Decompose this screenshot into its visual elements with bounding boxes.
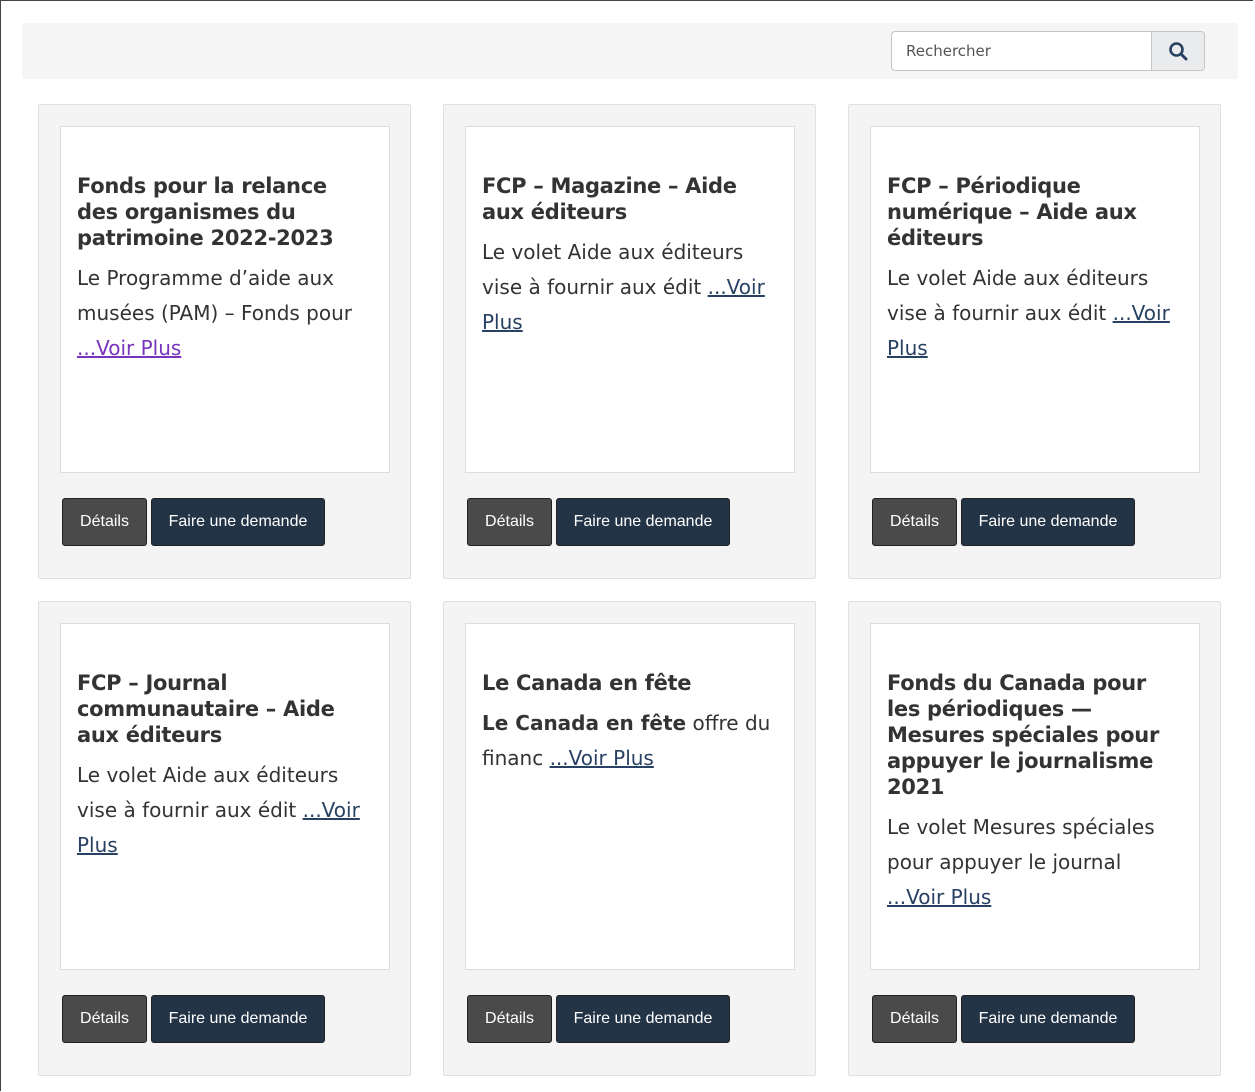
card-body: Fonds du Canada pour les périodiques — M…	[870, 623, 1200, 970]
voir-plus-link[interactable]: ...Voir Plus	[550, 746, 654, 770]
card-body: FCP – Périodique numérique – Aide aux éd…	[870, 126, 1200, 473]
program-card: Fonds du Canada pour les périodiques — M…	[848, 601, 1221, 1076]
card-description-text: Le volet Aide aux éditeurs vise à fourni…	[887, 266, 1149, 325]
card-description: Le Programme d’aide aux musées (PAM) – F…	[77, 261, 373, 366]
card-description-text: Le Programme d’aide aux musées (PAM) – F…	[77, 266, 353, 325]
details-button[interactable]: Détails	[467, 995, 552, 1043]
card-title: FCP – Journal communautaire – Aide aux é…	[77, 671, 335, 747]
card-title: Fonds du Canada pour les périodiques — M…	[887, 671, 1160, 799]
card-actions: Détails Faire une demande	[467, 498, 730, 546]
details-button[interactable]: Détails	[467, 498, 552, 546]
card-description-text: Le volet Mesures spéciales pour appuyer …	[887, 815, 1155, 874]
card-actions: Détails Faire une demande	[62, 995, 325, 1043]
card-title: FCP – Magazine – Aide aux éditeurs	[482, 174, 737, 224]
card-title: Fonds pour la relance des organismes du …	[77, 174, 334, 250]
card-actions: Détails Faire une demande	[467, 995, 730, 1043]
voir-plus-link[interactable]: ...Voir Plus	[77, 336, 181, 360]
search-form	[891, 31, 1205, 71]
card-actions: Détails Faire une demande	[872, 995, 1135, 1043]
details-button[interactable]: Détails	[872, 498, 957, 546]
apply-button[interactable]: Faire une demande	[151, 498, 325, 546]
card-title: Le Canada en fête	[482, 671, 692, 695]
program-card: FCP – Journal communautaire – Aide aux é…	[38, 601, 411, 1076]
card-description: Le volet Aide aux éditeurs vise à fourni…	[482, 235, 778, 340]
card-body: FCP – Magazine – Aide aux éditeurs Le vo…	[465, 126, 795, 473]
apply-button[interactable]: Faire une demande	[556, 995, 730, 1043]
details-button[interactable]: Détails	[872, 995, 957, 1043]
card-description-text: Le volet Aide aux éditeurs vise à fourni…	[77, 763, 339, 822]
program-card: FCP – Magazine – Aide aux éditeurs Le vo…	[443, 104, 816, 579]
apply-button[interactable]: Faire une demande	[556, 498, 730, 546]
card-description: Le volet Mesures spéciales pour appuyer …	[887, 810, 1183, 915]
search-button[interactable]	[1151, 31, 1205, 71]
program-card: Fonds pour la relance des organismes du …	[38, 104, 411, 579]
apply-button[interactable]: Faire une demande	[961, 995, 1135, 1043]
top-bar	[22, 23, 1238, 79]
program-card: Le Canada en fête Le Canada en fête offr…	[443, 601, 816, 1076]
search-input[interactable]	[891, 31, 1151, 71]
apply-button[interactable]: Faire une demande	[961, 498, 1135, 546]
search-icon	[1169, 42, 1188, 61]
card-actions: Détails Faire une demande	[872, 498, 1135, 546]
apply-button[interactable]: Faire une demande	[151, 995, 325, 1043]
card-body: Fonds pour la relance des organismes du …	[60, 126, 390, 473]
card-body: FCP – Journal communautaire – Aide aux é…	[60, 623, 390, 970]
card-description: Le Canada en fête offre du financ ...Voi…	[482, 706, 778, 776]
card-description-bold: Le Canada en fête	[482, 711, 687, 735]
card-description: Le volet Aide aux éditeurs vise à fourni…	[77, 758, 373, 863]
card-description: Le volet Aide aux éditeurs vise à fourni…	[887, 261, 1183, 366]
voir-plus-link[interactable]: ...Voir Plus	[887, 885, 991, 909]
card-actions: Détails Faire une demande	[62, 498, 325, 546]
card-description-text: Le volet Aide aux éditeurs vise à fourni…	[482, 240, 744, 299]
card-body: Le Canada en fête Le Canada en fête offr…	[465, 623, 795, 970]
program-card: FCP – Périodique numérique – Aide aux éd…	[848, 104, 1221, 579]
details-button[interactable]: Détails	[62, 995, 147, 1043]
card-title: FCP – Périodique numérique – Aide aux éd…	[887, 174, 1137, 250]
details-button[interactable]: Détails	[62, 498, 147, 546]
